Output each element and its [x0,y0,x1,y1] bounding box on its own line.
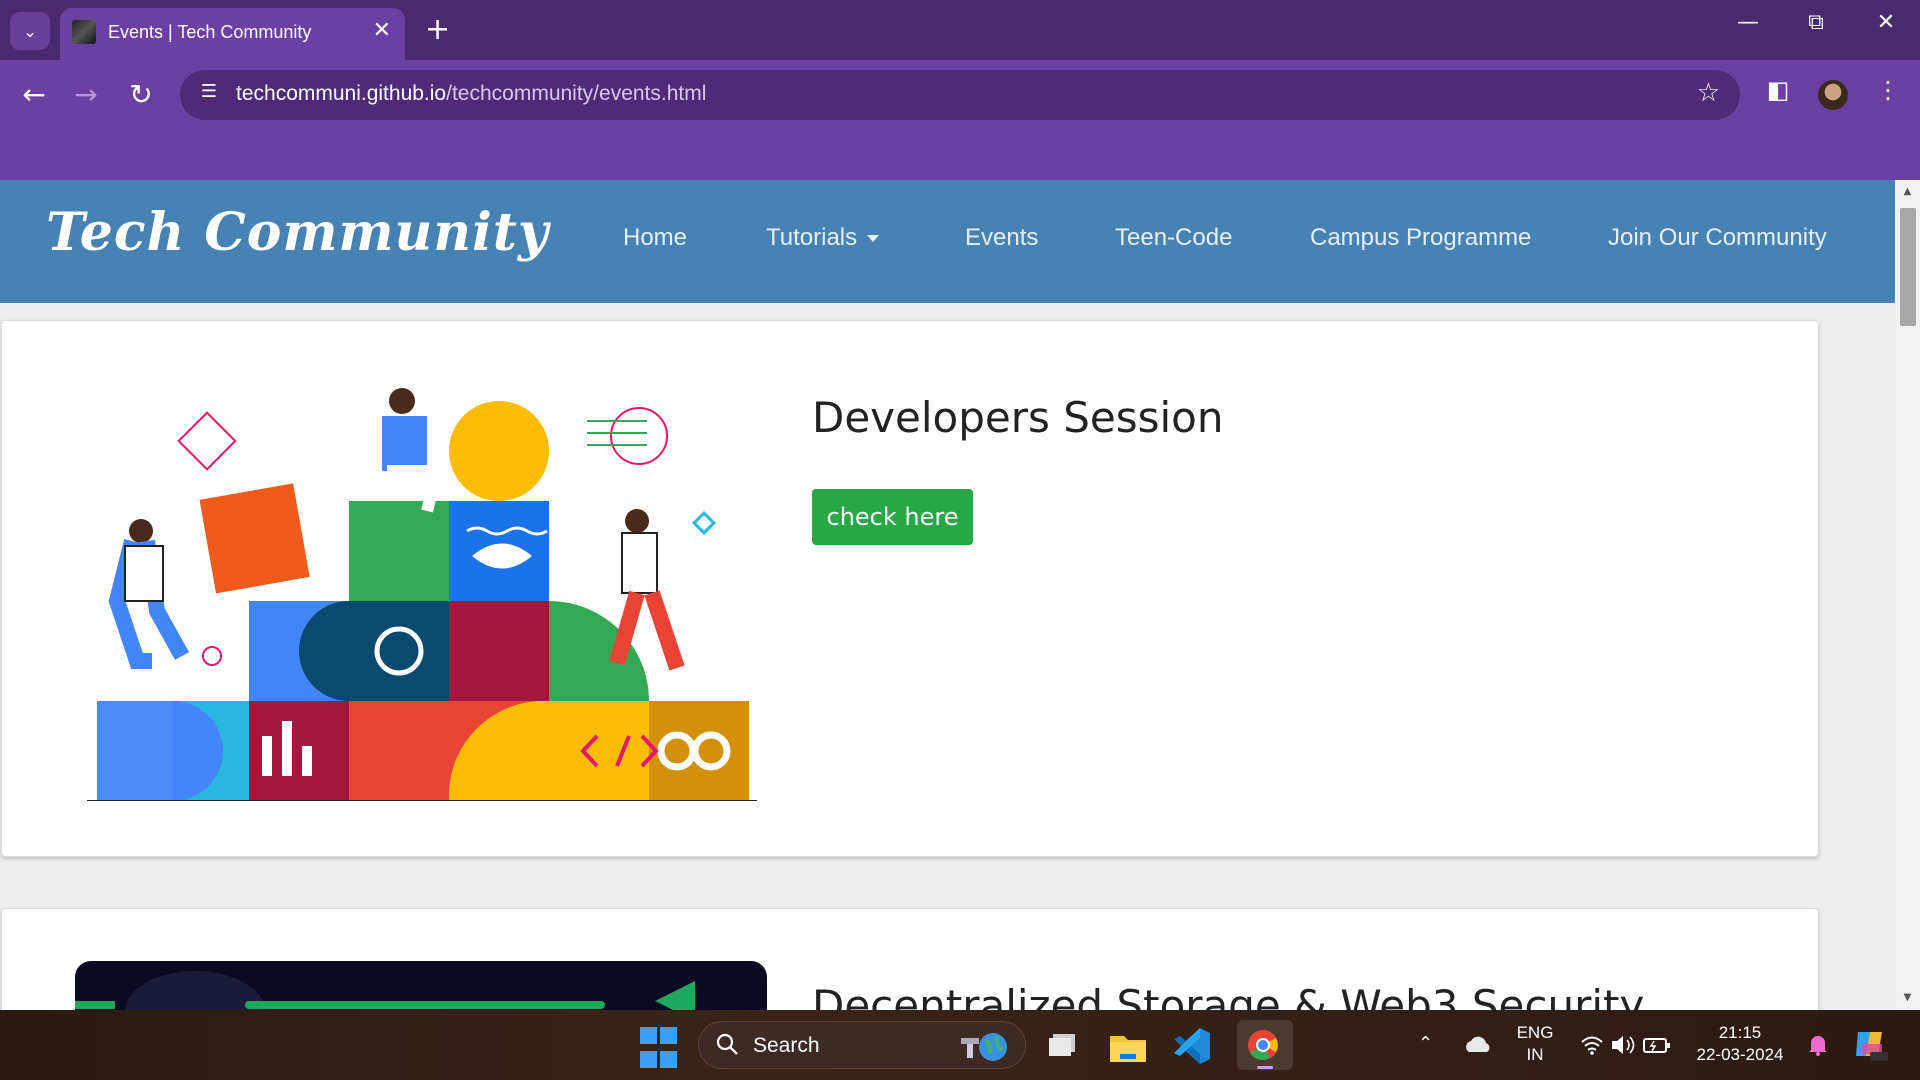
clock[interactable]: 21:15 22-03-2024 [1690,1022,1790,1066]
nav-teen-code[interactable]: Teen-Code [1115,224,1232,252]
more-vertical-icon[interactable]: ⋮ [1870,76,1906,104]
copilot-icon[interactable] [1850,1024,1890,1064]
web3-thumbnail-art [75,971,695,1010]
event-card: Decentralized Storage & Web3 Security [1,908,1819,1010]
arrow-left-icon[interactable]: ← [14,78,54,111]
site-brand[interactable]: Tech Community [46,202,549,263]
vscode-icon[interactable] [1170,1024,1214,1068]
nav-events[interactable]: Events [965,224,1038,252]
chevron-down-icon: ⌄ [23,21,37,41]
nav-tutorials[interactable]: Tutorials [766,224,880,252]
url-domain: techcommuni.github.io [236,82,447,105]
wifi-icon [1581,1036,1603,1055]
task-view-icon[interactable] [1043,1024,1087,1068]
chevron-up-icon[interactable]: ⌃ [1418,1032,1433,1054]
nav-campus-programme[interactable]: Campus Programme [1310,224,1531,252]
window-close-icon[interactable]: ✕ [1866,10,1906,35]
browser-tab[interactable]: Events | Tech Community ✕ [60,8,405,60]
scrollbar-thumb[interactable] [1900,208,1916,326]
file-explorer-icon[interactable] [1106,1024,1150,1068]
check-here-button[interactable]: check here [812,489,973,545]
system-tray[interactable] [1578,1032,1678,1058]
event-thumbnail [75,961,767,1010]
page-viewport: Tech Community Home Tutorials Events Tee… [0,180,1895,1010]
tab-search-button[interactable]: ⌄ [10,12,50,50]
reload-icon[interactable]: ↻ [121,78,161,111]
url-text[interactable]: techcommuni.github.io/techcommunity/even… [236,82,706,106]
os-taskbar: Search ⌃ ENG IN 21:15 22-03-2024 [0,1010,1920,1080]
region-label: IN [1526,1045,1544,1064]
windows-start-icon[interactable] [640,1027,684,1071]
browser-toolbar: ← → ↻ ☰ techcommuni.github.io/techcommun… [0,60,1920,180]
browser-tabstrip: ⌄ Events | Tech Community ✕ + — ⧉ ✕ [0,0,1920,60]
site-navbar: Tech Community Home Tutorials Events Tee… [0,180,1895,303]
nav-join-community[interactable]: Join Our Community [1608,224,1827,252]
clock-time: 21:15 [1718,1023,1762,1042]
search-icon [716,1033,738,1055]
battery-icon [1643,1038,1670,1053]
language-indicator[interactable]: ENG IN [1510,1022,1560,1066]
caret-down-icon [867,235,880,243]
url-path: /techcommunity/events.html [446,82,707,105]
tune-icon[interactable]: ☰ [194,81,224,109]
address-bar[interactable]: ☰ techcommuni.github.io/techcommunity/ev… [180,70,1740,120]
page-scrollbar[interactable]: ▲ ▼ [1895,180,1920,1010]
event-title: Developers Session [812,393,1224,442]
event-card: Developers Session check here [1,320,1819,857]
tab-title: Events | Tech Community [108,22,312,42]
avatar[interactable] [1818,80,1848,110]
notification-bell-icon[interactable] [1805,1032,1831,1058]
close-icon[interactable]: ✕ [373,18,391,43]
volume-icon [1612,1036,1635,1054]
taskbar-search[interactable]: Search [698,1021,1026,1069]
search-label: Search [753,1034,820,1057]
minimize-icon[interactable]: — [1728,10,1768,35]
chrome-taskbar-icon[interactable] [1237,1020,1293,1070]
developers-illustration [87,388,757,801]
clock-date: 22-03-2024 [1696,1045,1784,1064]
star-icon[interactable]: ☆ [1697,78,1720,108]
globe-icon [961,1033,1007,1061]
side-panel-icon[interactable]: ◧ [1760,76,1796,104]
plus-icon[interactable]: + [425,12,450,48]
scroll-down-icon[interactable]: ▼ [1895,992,1920,1003]
arrow-right-icon[interactable]: → [66,78,106,111]
onedrive-icon[interactable] [1463,1034,1493,1054]
nav-home[interactable]: Home [623,224,687,252]
nav-tutorials-label: Tutorials [766,224,858,251]
restore-icon[interactable]: ⧉ [1796,10,1836,35]
scroll-up-icon[interactable]: ▲ [1895,186,1920,197]
event-title: Decentralized Storage & Web3 Security [812,981,1645,1010]
favicon-icon [72,20,96,44]
language-label: ENG [1516,1023,1554,1042]
